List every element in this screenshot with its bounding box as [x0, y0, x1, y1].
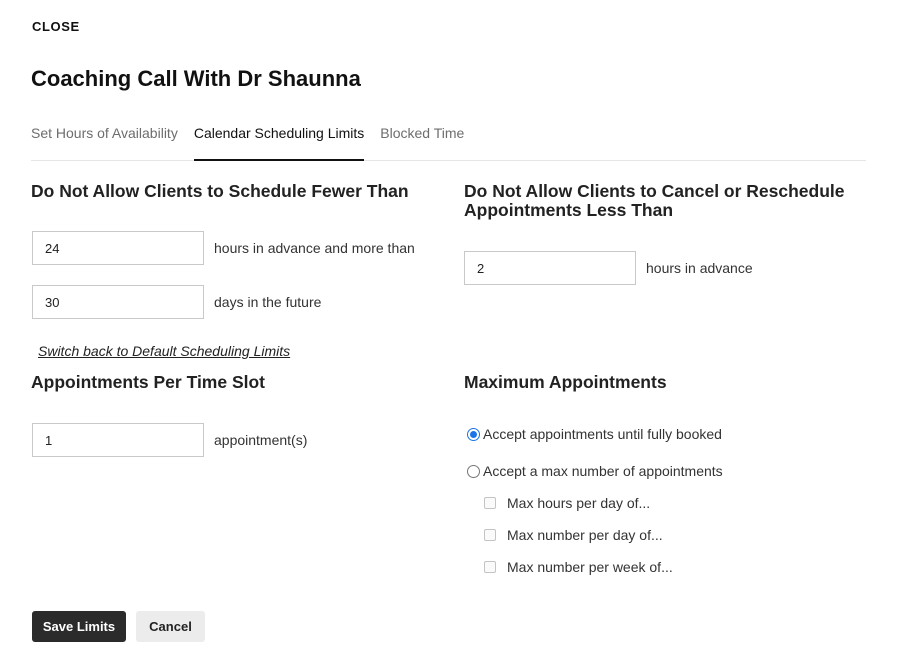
schedule-limits-heading: Do Not Allow Clients to Schedule Fewer T… — [31, 181, 409, 201]
hours-in-advance-row: hours in advance and more than — [32, 231, 415, 265]
cancel-limits-heading-line2: Appointments Less Than — [464, 200, 674, 220]
option-max-number[interactable]: Accept a max number of appointments — [467, 463, 723, 479]
max-number-radio[interactable] — [467, 464, 480, 478]
tab-blocked-time[interactable]: Blocked Time — [380, 116, 464, 150]
max-hours-per-day-label: Max hours per day of... — [507, 495, 651, 511]
cancel-button[interactable]: Cancel — [136, 611, 205, 642]
tab-set-hours-of-availability[interactable]: Set Hours of Availability — [31, 116, 178, 150]
option-until-fully-booked[interactable]: Accept appointments until fully booked — [467, 426, 722, 442]
save-limits-button[interactable]: Save Limits — [32, 611, 126, 642]
limit-max-hours-per-day[interactable]: Max hours per day of... — [484, 495, 650, 511]
cancel-hours-input[interactable] — [464, 251, 636, 285]
page-title: Coaching Call With Dr Shaunna — [31, 66, 361, 91]
cancel-limits-heading-line1: Do Not Allow Clients to Cancel or Resche… — [464, 181, 845, 201]
limit-max-number-per-day[interactable]: Max number per day of... — [484, 527, 663, 543]
tab-calendar-scheduling-limits[interactable]: Calendar Scheduling Limits — [193, 116, 365, 161]
per-slot-heading: Appointments Per Time Slot — [31, 372, 266, 392]
days-in-future-row: days in the future — [32, 285, 321, 319]
max-number-label: Accept a max number of appointments — [483, 463, 723, 479]
days-in-future-input[interactable] — [32, 285, 204, 319]
per-slot-input[interactable] — [32, 423, 204, 457]
days-in-future-suffix: days in the future — [214, 294, 322, 310]
per-slot-row: appointment(s) — [32, 423, 307, 457]
until-fully-booked-radio[interactable] — [467, 427, 480, 441]
reset-default-limits-link[interactable]: Switch back to Default Scheduling Limits — [38, 343, 290, 359]
limit-max-number-per-week[interactable]: Max number per week of... — [484, 559, 673, 575]
max-number-per-week-checkbox[interactable] — [484, 561, 496, 573]
close-button[interactable]: CLOSE — [32, 19, 80, 34]
max-number-per-day-checkbox[interactable] — [484, 529, 496, 541]
max-appointments-heading: Maximum Appointments — [464, 372, 667, 392]
hours-in-advance-suffix: hours in advance and more than — [214, 240, 415, 256]
max-number-per-day-label: Max number per day of... — [507, 527, 663, 543]
max-number-per-week-label: Max number per week of... — [507, 559, 673, 575]
cancel-limits-heading: Do Not Allow Clients to Cancel or Resche… — [464, 182, 845, 220]
per-slot-suffix: appointment(s) — [214, 432, 308, 448]
cancel-hours-row: hours in advance — [464, 251, 753, 285]
hours-in-advance-input[interactable] — [32, 231, 204, 265]
tab-bar: Set Hours of Availability Calendar Sched… — [31, 116, 866, 161]
max-hours-per-day-checkbox[interactable] — [484, 497, 496, 509]
until-fully-booked-label: Accept appointments until fully booked — [483, 426, 722, 442]
cancel-hours-suffix: hours in advance — [646, 260, 753, 276]
